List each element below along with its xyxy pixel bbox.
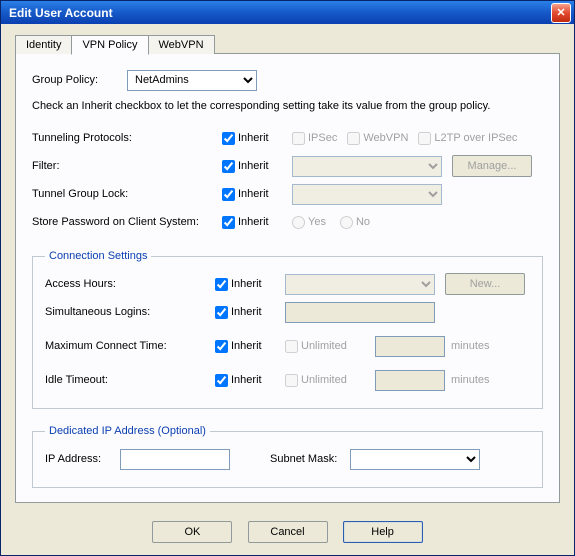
ip-address-label: IP Address: [45,453,120,465]
connection-settings-legend: Connection Settings [45,250,151,262]
filter-inherit[interactable]: Inherit [222,160,292,173]
access-hours-inherit[interactable]: Inherit [215,278,285,291]
filter-label: Filter: [32,160,222,172]
help-text: Check an Inherit checkbox to let the cor… [32,100,543,112]
sim-logins-input [285,302,435,323]
idle-label: Idle Timeout: [45,374,215,386]
max-connect-unit: minutes [451,340,490,352]
vpn-policy-panel: Group Policy: NetAdmins Check an Inherit… [15,53,560,503]
titlebar: Edit User Account ✕ [1,1,574,24]
group-policy-select[interactable]: NetAdmins [127,70,257,91]
max-connect-unlimited: Unlimited [285,340,365,353]
cancel-button[interactable]: Cancel [248,521,328,543]
filter-inherit-checkbox[interactable] [222,160,235,173]
storepw-inherit[interactable]: Inherit [222,216,292,229]
tunneling-webvpn: WebVPN [347,132,408,145]
filter-select [292,156,442,177]
tunneling-ipsec: IPSec [292,132,337,145]
edit-user-account-window: Edit User Account ✕ Identity VPN Policy … [0,0,575,556]
idle-unlimited-checkbox [285,374,298,387]
storepw-label: Store Password on Client System: [32,216,222,228]
idle-input [375,370,445,391]
idle-inherit[interactable]: Inherit [215,374,285,387]
idle-unit: minutes [451,374,490,386]
max-connect-label: Maximum Connect Time: [45,340,215,352]
storepw-yes: Yes [292,216,326,229]
tab-bar: Identity VPN Policy WebVPN [15,35,560,54]
tunneling-inherit[interactable]: Inherit [222,132,292,145]
window-title: Edit User Account [9,6,551,20]
tab-vpn-policy[interactable]: VPN Policy [71,35,148,55]
tgl-inherit[interactable]: Inherit [222,188,292,201]
subnet-mask-label: Subnet Mask: [270,453,350,465]
subnet-mask-select[interactable] [350,449,480,470]
tab-identity[interactable]: Identity [15,35,72,54]
ip-address-input[interactable] [120,449,230,470]
ok-button[interactable]: OK [152,521,232,543]
storepw-no: No [340,216,370,229]
sim-logins-inherit[interactable]: Inherit [215,306,285,319]
idle-inherit-checkbox[interactable] [215,374,228,387]
max-connect-inherit[interactable]: Inherit [215,340,285,353]
storepw-yes-radio [292,216,305,229]
tunneling-l2tp-checkbox [418,132,431,145]
tunneling-label: Tunneling Protocols: [32,132,222,144]
content-area: Identity VPN Policy WebVPN Group Policy:… [1,24,574,511]
tgl-inherit-checkbox[interactable] [222,188,235,201]
storepw-inherit-checkbox[interactable] [222,216,235,229]
access-hours-new-button: New... [445,273,525,295]
tab-webvpn[interactable]: WebVPN [148,35,215,54]
max-connect-unlimited-checkbox [285,340,298,353]
dedicated-ip-legend: Dedicated IP Address (Optional) [45,425,210,437]
tunneling-l2tp: L2TP over IPSec [418,132,517,145]
idle-unlimited: Unlimited [285,374,365,387]
filter-manage-button: Manage... [452,155,532,177]
sim-logins-label: Simultaneous Logins: [45,306,215,318]
sim-logins-inherit-checkbox[interactable] [215,306,228,319]
storepw-no-radio [340,216,353,229]
tgl-select [292,184,442,205]
help-button[interactable]: Help [343,521,423,543]
max-connect-inherit-checkbox[interactable] [215,340,228,353]
access-hours-select [285,274,435,295]
group-policy-label: Group Policy: [32,74,127,86]
tunneling-webvpn-checkbox [347,132,360,145]
tunneling-ipsec-checkbox [292,132,305,145]
tunneling-inherit-checkbox[interactable] [222,132,235,145]
connection-settings-group: Connection Settings Access Hours: Inheri… [32,250,543,409]
access-hours-inherit-checkbox[interactable] [215,278,228,291]
dedicated-ip-group: Dedicated IP Address (Optional) IP Addre… [32,425,543,488]
tgl-label: Tunnel Group Lock: [32,188,222,200]
close-icon: ✕ [556,6,565,19]
access-hours-label: Access Hours: [45,278,215,290]
close-button[interactable]: ✕ [551,3,571,23]
max-connect-input [375,336,445,357]
button-bar: OK Cancel Help [1,511,574,555]
